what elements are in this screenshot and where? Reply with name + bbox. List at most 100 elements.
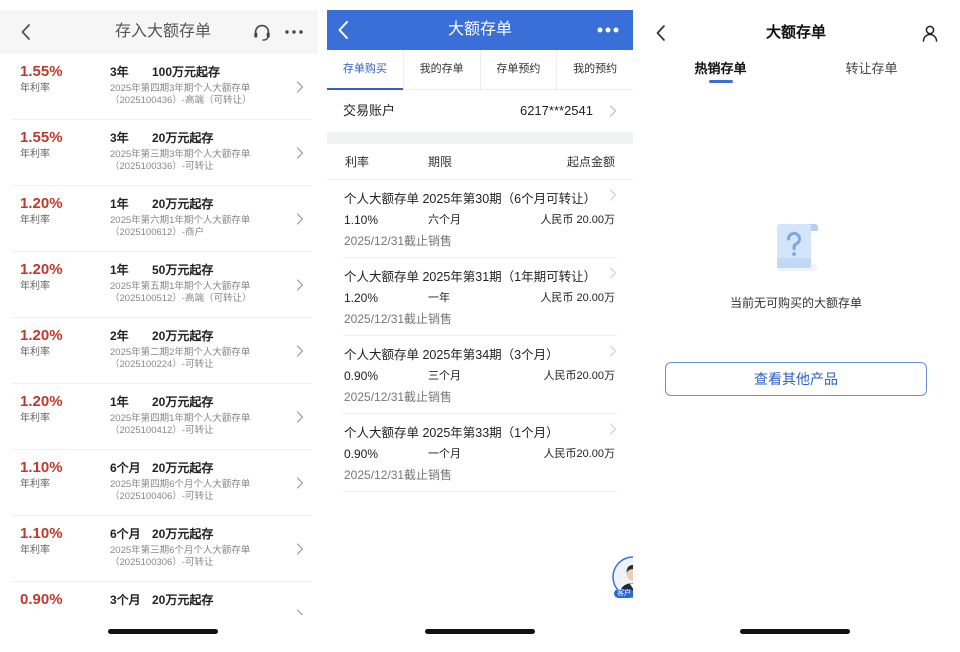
- chevron-right-icon: [296, 411, 304, 423]
- deposit-term: 一年: [428, 292, 450, 304]
- deposit-term: 1年: [110, 197, 129, 211]
- deposit-list-item[interactable]: 1.55% 年利率 3年 100万元起存 2025年第四期3年期个人大额存单 （…: [0, 54, 318, 120]
- annual-rate: 1.20%: [20, 195, 63, 212]
- top-nav-bar: 大额存单: [645, 10, 960, 56]
- chevron-right-icon: [609, 189, 617, 201]
- minimum-amount: 20万元起存: [152, 527, 214, 541]
- trading-account-number: 6217***2541: [519, 103, 593, 118]
- sale-deadline: 2025/12/31截止销售: [344, 312, 453, 326]
- product-code-note: （2025100406）-可转让: [110, 491, 214, 502]
- tab-transfer-deposits[interactable]: 转让存单: [796, 56, 947, 84]
- tab-my-reservations[interactable]: 我的预约: [557, 50, 633, 89]
- tab-my-deposits[interactable]: 我的存单: [404, 50, 481, 89]
- deposit-list-item[interactable]: 1.55% 年利率 3年 20万元起存 2025年第三期3年期个人大额存单 （2…: [0, 120, 318, 186]
- tab-deposit-reservation[interactable]: 存单预约: [481, 50, 558, 89]
- deposit-list-item[interactable]: 1.20% 年利率 1年 20万元起存 2025年第六期1年期个人大额存单 （2…: [0, 186, 318, 252]
- home-indicator[interactable]: [425, 629, 535, 634]
- product-name: 2025年第六期1年期个人大额存单: [110, 215, 251, 226]
- product-code-note: （2025100412）-可转让: [110, 425, 214, 436]
- annual-rate: 0.90%: [344, 447, 379, 461]
- annual-rate: 1.10%: [20, 459, 63, 476]
- annual-rate-label: 年利率: [20, 281, 50, 292]
- deposit-product-list: 1.55% 年利率 3年 100万元起存 2025年第四期3年期个人大额存单 （…: [0, 54, 318, 615]
- product-code-note: （2025100336）-可转让: [110, 161, 214, 172]
- minimum-amount: 20万元起存: [152, 329, 214, 343]
- chevron-right-icon: [296, 147, 304, 159]
- deposit-list-item[interactable]: 1.20% 年利率 2年 20万元起存 2025年第二期2年期个人大额存单 （2…: [0, 318, 318, 384]
- deposit-term: 2年: [110, 329, 129, 343]
- annual-rate: 1.10%: [344, 213, 379, 227]
- product-name: 2025年第二期2年期个人大额存单: [110, 347, 251, 358]
- column-header-rate: 利率: [345, 155, 370, 169]
- annual-rate-label: 年利率: [20, 149, 50, 160]
- tab-hot-deposits[interactable]: 热销存单: [645, 56, 796, 84]
- trading-account-row[interactable]: 交易账户 6217***2541: [327, 90, 633, 132]
- view-other-products-button[interactable]: 查看其他产品: [665, 362, 927, 396]
- annual-rate: 1.55%: [20, 129, 63, 146]
- large-deposit-hot-screen: 大额存单 热销存单 转让存单 当前无可购买的大额存单 查看其他产品: [645, 0, 960, 652]
- deposit-term: 6个月: [110, 527, 141, 541]
- product-code-note: （2025100436）-高端（可转让）: [110, 95, 252, 106]
- product-name: 2025年第四期3年期个人大额存单: [110, 83, 251, 94]
- deposit-list-item[interactable]: 0.90% 3个月 20万元起存: [0, 582, 318, 615]
- sale-deadline: 2025/12/31截止销售: [344, 234, 453, 248]
- user-icon[interactable]: [921, 24, 939, 42]
- deposit-term: 1年: [110, 395, 129, 409]
- deposit-term: 3个月: [110, 593, 141, 607]
- deposit-term: 六个月: [428, 214, 461, 226]
- top-nav-bar: 存入大额存单: [0, 10, 318, 54]
- deposit-term: 3年: [110, 131, 129, 145]
- product-code-note: （2025100612）-商户: [110, 227, 204, 238]
- deposit-product-row[interactable]: 个人大额存单 2025年第34期（3个月） 0.90% 三个月 人民币20.00…: [327, 336, 633, 414]
- deposit-list-item[interactable]: 1.10% 年利率 6个月 20万元起存 2025年第四期6个月个人大额存单 （…: [0, 450, 318, 516]
- chevron-right-icon: [609, 105, 617, 117]
- tab-bar: 热销存单 转让存单: [645, 56, 947, 84]
- column-header-row: 利率 期限 起点金额: [327, 144, 633, 180]
- minimum-amount: 20万元起存: [152, 131, 214, 145]
- chevron-right-icon: [296, 543, 304, 555]
- annual-rate-label: 年利率: [20, 83, 50, 94]
- product-name: 2025年第三期6个月个人大额存单: [110, 545, 251, 556]
- minimum-amount: 20万元起存: [152, 197, 214, 211]
- customer-service-avatar[interactable]: 客户: [612, 556, 633, 598]
- minimum-amount: 人民币 20.00万: [540, 292, 615, 304]
- annual-rate-label: 年利率: [20, 215, 50, 226]
- customer-service-badge: 客户: [614, 589, 633, 598]
- deposit-list-item[interactable]: 1.20% 年利率 1年 20万元起存 2025年第四期1年期个人大额存单 （2…: [0, 384, 318, 450]
- deposit-product-row[interactable]: 个人大额存单 2025年第33期（1个月） 0.90% 一个月 人民币20.00…: [327, 414, 633, 492]
- home-indicator[interactable]: [740, 629, 850, 634]
- deposit-product-row[interactable]: 个人大额存单 2025年第31期（1年期可转让） 1.20% 一年 人民币 20…: [327, 258, 633, 336]
- deposit-term: 6个月: [110, 461, 141, 475]
- annual-rate: 1.20%: [20, 393, 63, 410]
- chevron-right-icon: [296, 477, 304, 489]
- annual-rate-label: 年利率: [20, 545, 50, 556]
- deposit-term: 3年: [110, 65, 129, 79]
- more-icon[interactable]: [285, 30, 303, 34]
- chevron-right-icon: [296, 345, 304, 357]
- annual-rate: 0.90%: [344, 369, 379, 383]
- product-name: 2025年第四期6个月个人大额存单: [110, 479, 251, 490]
- product-title: 个人大额存单 2025年第34期（3个月）: [344, 348, 559, 362]
- top-nav-bar: 大额存单: [327, 10, 633, 50]
- chevron-right-icon: [296, 279, 304, 291]
- annual-rate-label: 年利率: [20, 479, 50, 490]
- minimum-amount: 人民币20.00万: [543, 448, 615, 460]
- empty-state-message: 当前无可购买的大额存单: [729, 296, 862, 310]
- annual-rate: 1.20%: [20, 327, 63, 344]
- chevron-right-icon: [609, 267, 617, 279]
- more-icon[interactable]: [597, 27, 619, 33]
- deposit-term: 1年: [110, 263, 129, 277]
- deposit-list-item[interactable]: 1.10% 年利率 6个月 20万元起存 2025年第三期6个月个人大额存单 （…: [0, 516, 318, 582]
- deposit-list-item[interactable]: 1.20% 年利率 1年 50万元起存 2025年第五期1年期个人大额存单 （2…: [0, 252, 318, 318]
- chevron-right-icon: [296, 213, 304, 225]
- headset-icon[interactable]: [252, 22, 272, 42]
- product-title: 个人大额存单 2025年第30期（6个月可转让）: [344, 192, 597, 206]
- tab-deposit-purchase[interactable]: 存单购买: [327, 50, 404, 90]
- product-code-note: （2025100512）-高端（可转让）: [110, 293, 252, 304]
- deposit-product-row[interactable]: 个人大额存单 2025年第30期（6个月可转让） 1.10% 六个月 人民币 2…: [327, 180, 633, 258]
- product-code-note: （2025100306）-可转让: [110, 557, 214, 568]
- deposit-term: 一个月: [428, 448, 461, 460]
- empty-document-icon: [771, 218, 821, 274]
- home-indicator[interactable]: [108, 629, 218, 634]
- large-deposit-purchase-screen: 大额存单 存单购买 我的存单 存单预约 我的预约 交易账户 6217***254…: [327, 0, 633, 652]
